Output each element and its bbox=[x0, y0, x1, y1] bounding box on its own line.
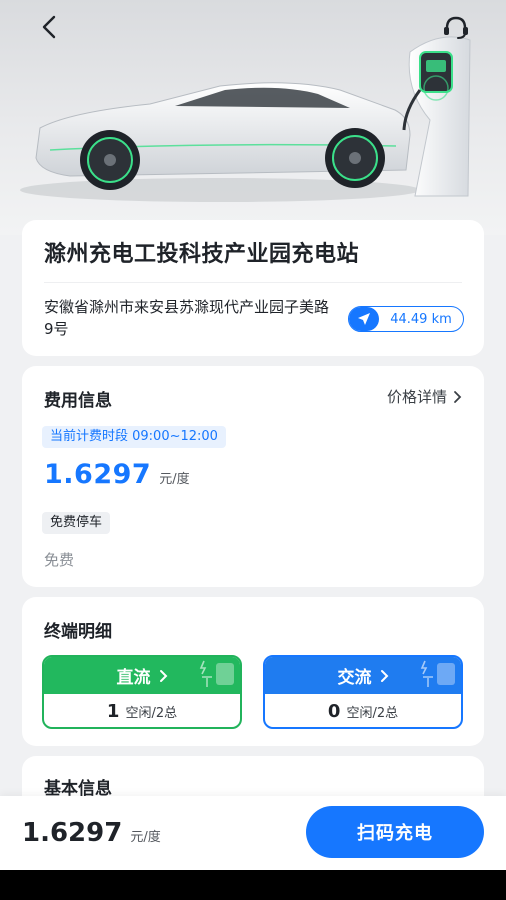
price-unit: 元/度 bbox=[159, 472, 190, 487]
bottom-action-bar: 1.6297 元/度 扫码充电 bbox=[0, 796, 506, 870]
price-detail-link[interactable]: 价格详情 bbox=[387, 386, 462, 407]
navigation-icon-wrap bbox=[349, 307, 379, 331]
hero-banner bbox=[0, 0, 506, 235]
fee-card: 费用信息 价格详情 当前计费时段 09:00~12:00 1.6297 元/度 … bbox=[22, 366, 484, 587]
navigation-icon bbox=[358, 313, 370, 325]
customer-service-button[interactable] bbox=[440, 11, 472, 43]
divider bbox=[44, 282, 462, 283]
car-charging-illustration bbox=[20, 36, 471, 202]
ac-label: 交流 bbox=[337, 668, 372, 688]
back-button[interactable] bbox=[34, 12, 64, 42]
plug-icon bbox=[420, 660, 455, 687]
terminal-title: 终端明细 bbox=[44, 622, 112, 642]
dc-status: 空闲/2总 bbox=[125, 706, 178, 721]
ac-status: 空闲/2总 bbox=[346, 706, 399, 721]
fee-title: 费用信息 bbox=[44, 391, 112, 411]
ac-availability: 0 空闲/2总 bbox=[265, 694, 461, 727]
ac-idle-count: 0 bbox=[327, 701, 341, 722]
bottom-price: 1.6297 元/度 bbox=[22, 818, 161, 848]
dc-terminal-button[interactable]: 直流 1 空闲/2总 bbox=[42, 655, 242, 729]
station-address: 安徽省滁州市来安县苏滁现代产业园子美路9号 bbox=[44, 298, 330, 338]
price-detail-label: 价格详情 bbox=[386, 388, 447, 406]
parking-tag: 免费停车 bbox=[42, 512, 111, 534]
ac-terminal-button[interactable]: 交流 0 空闲/2总 bbox=[263, 655, 463, 729]
ac-header: 交流 bbox=[265, 657, 461, 694]
bottom-price-value: 1.6297 bbox=[22, 818, 123, 848]
terminal-card: 终端明细 直流 1 空闲/2总 交流 0 空闲/2总 bbox=[22, 597, 484, 746]
back-icon bbox=[42, 15, 56, 39]
dc-availability: 1 空闲/2总 bbox=[44, 694, 240, 727]
station-card: 滁州充电工投科技产业园充电站 安徽省滁州市来安县苏滁现代产业园子美路9号 44.… bbox=[22, 220, 484, 356]
dc-header: 直流 bbox=[44, 657, 240, 694]
distance-value: 44.49 km bbox=[390, 311, 452, 327]
station-name: 滁州充电工投科技产业园充电站 bbox=[44, 242, 360, 267]
parking-fee-value: 免费 bbox=[44, 551, 75, 569]
current-price: 1.6297 bbox=[44, 459, 152, 490]
headset-icon bbox=[444, 16, 468, 39]
billing-period-tag: 当前计费时段 09:00~12:00 bbox=[42, 426, 226, 448]
navigation-distance-button[interactable]: 44.49 km bbox=[348, 306, 464, 332]
dc-idle-count: 1 bbox=[106, 701, 120, 722]
chevron-right-icon bbox=[380, 669, 388, 682]
plug-icon bbox=[199, 660, 234, 687]
dc-label: 直流 bbox=[116, 668, 151, 688]
chevron-right-icon bbox=[454, 390, 462, 403]
bottom-price-unit: 元/度 bbox=[130, 830, 161, 845]
chevron-right-icon bbox=[159, 669, 167, 682]
price-row: 1.6297 元/度 bbox=[44, 459, 190, 490]
system-navigation-bar bbox=[0, 870, 506, 900]
scan-to-charge-button[interactable]: 扫码充电 bbox=[306, 806, 484, 858]
